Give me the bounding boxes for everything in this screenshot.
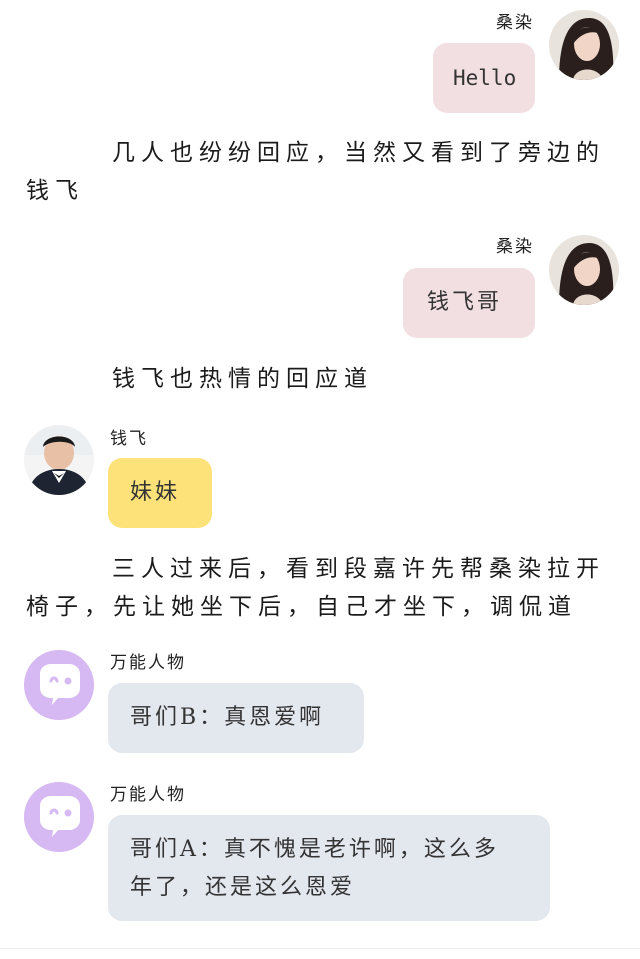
message-bubble[interactable]: 哥们B：真恩爱啊 — [108, 683, 364, 753]
message-text: Hello — [453, 66, 517, 90]
narration-text: 三人过来后，看到段嘉许先帮桑染拉开 椅子，先让她坐下后，自己才坐下，调侃道 — [26, 556, 605, 620]
sender-name-generic: 万能人物 — [110, 785, 186, 805]
message-bubble[interactable]: Hello — [433, 43, 535, 113]
chat-bubble-face-icon — [24, 650, 94, 720]
avatar-qianfei[interactable] — [24, 425, 94, 495]
avatar-generic-character[interactable] — [24, 650, 94, 720]
narration-text: 钱飞也热情的回应道 — [112, 366, 373, 392]
sender-name-generic: 万能人物 — [110, 653, 186, 673]
chat-bubble-face-icon — [24, 782, 94, 852]
message-text: 年了，还是这么恩爱 — [130, 875, 356, 900]
divider — [0, 948, 640, 949]
avatar-sangran[interactable] — [549, 235, 619, 305]
avatar-sangran[interactable] — [549, 10, 619, 80]
message-bubble[interactable]: 妹妹 — [108, 458, 212, 528]
sender-name-sangran: 桑染 — [496, 13, 534, 33]
narration-text: 几人也纷纷回应，当然又看到了旁边的 钱飞 — [26, 140, 605, 204]
message-bubble[interactable]: 钱飞哥 — [403, 268, 535, 338]
message-text: 妹妹 — [130, 480, 181, 505]
message-text: 钱飞哥 — [427, 290, 503, 315]
message-bubble[interactable]: 哥们A：真不愧是老许啊，这么多 年了，还是这么恩爱 — [108, 815, 550, 921]
message-text: 哥们A：真不愧是老许啊，这么多 — [130, 837, 499, 862]
message-text: 哥们B：真恩爱啊 — [130, 705, 325, 730]
sender-name-qianfei: 钱飞 — [110, 429, 148, 449]
avatar-generic-character[interactable] — [24, 782, 94, 852]
sender-name-sangran: 桑染 — [496, 237, 534, 257]
